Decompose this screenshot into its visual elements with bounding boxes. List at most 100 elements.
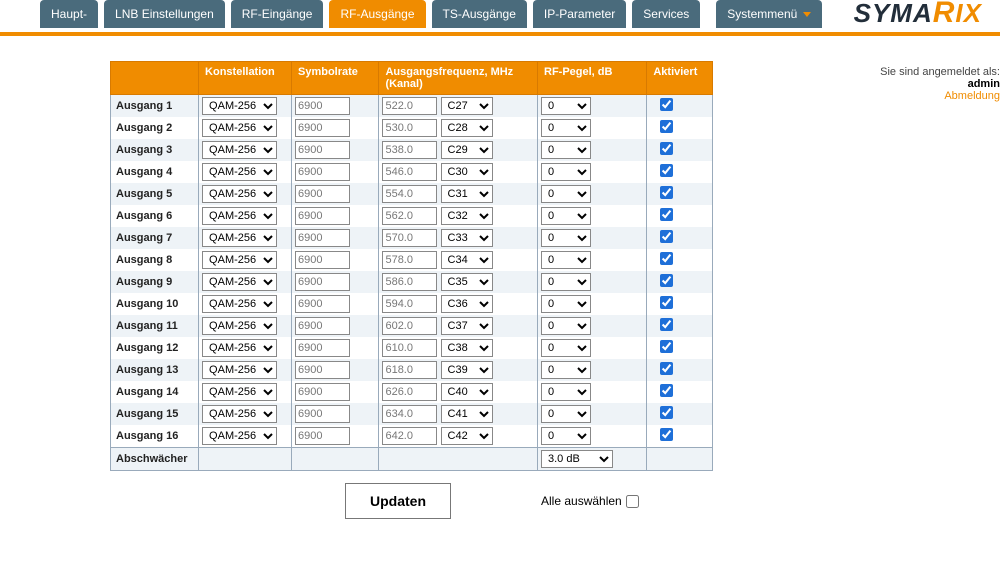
symbolrate-input[interactable] [295,361,350,379]
symbolrate-input[interactable] [295,295,350,313]
frequenz-input[interactable] [382,185,437,203]
symbolrate-input[interactable] [295,141,350,159]
rfpegel-select[interactable]: 0 [541,207,591,225]
aktiviert-checkbox[interactable] [660,384,673,397]
tab-ip[interactable]: IP-Parameter [533,0,626,28]
kanal-select[interactable]: C34 [441,251,493,269]
konstellation-select[interactable]: QAM-256 [202,163,277,181]
symbolrate-input[interactable] [295,427,350,445]
tab-ts-out[interactable]: TS-Ausgänge [432,0,527,28]
symbolrate-input[interactable] [295,251,350,269]
aktiviert-checkbox[interactable] [660,406,673,419]
konstellation-select[interactable]: QAM-256 [202,207,277,225]
update-button[interactable]: Updaten [345,483,451,519]
symbolrate-input[interactable] [295,185,350,203]
tab-systemmenu[interactable]: Systemmenü [716,0,822,28]
konstellation-select[interactable]: QAM-256 [202,383,277,401]
konstellation-select[interactable]: QAM-256 [202,361,277,379]
rfpegel-select[interactable]: 0 [541,427,591,445]
tab-rf-out[interactable]: RF-Ausgänge [329,0,425,28]
kanal-select[interactable]: C32 [441,207,493,225]
konstellation-select[interactable]: QAM-256 [202,141,277,159]
kanal-select[interactable]: C30 [441,163,493,181]
kanal-select[interactable]: C41 [441,405,493,423]
rfpegel-select[interactable]: 0 [541,97,591,115]
aktiviert-checkbox[interactable] [660,274,673,287]
kanal-select[interactable]: C28 [441,119,493,137]
frequenz-input[interactable] [382,229,437,247]
frequenz-input[interactable] [382,383,437,401]
aktiviert-checkbox[interactable] [660,164,673,177]
konstellation-select[interactable]: QAM-256 [202,251,277,269]
logout-link[interactable]: Abmeldung [848,90,1000,102]
symbolrate-input[interactable] [295,273,350,291]
rfpegel-select[interactable]: 0 [541,405,591,423]
select-all-checkbox[interactable] [626,495,639,508]
tab-haupt[interactable]: Haupt- [40,0,98,28]
frequenz-input[interactable] [382,141,437,159]
kanal-select[interactable]: C42 [441,427,493,445]
symbolrate-input[interactable] [295,97,350,115]
tab-lnb[interactable]: LNB Einstellungen [104,0,225,28]
kanal-select[interactable]: C33 [441,229,493,247]
konstellation-select[interactable]: QAM-256 [202,339,277,357]
select-all-label[interactable]: Alle auswählen [541,494,639,508]
kanal-select[interactable]: C29 [441,141,493,159]
symbolrate-input[interactable] [295,405,350,423]
kanal-select[interactable]: C37 [441,317,493,335]
symbolrate-input[interactable] [295,317,350,335]
symbolrate-input[interactable] [295,339,350,357]
rfpegel-select[interactable]: 0 [541,339,591,357]
konstellation-select[interactable]: QAM-256 [202,405,277,423]
kanal-select[interactable]: C31 [441,185,493,203]
frequenz-input[interactable] [382,273,437,291]
tab-services[interactable]: Services [632,0,700,28]
aktiviert-checkbox[interactable] [660,318,673,331]
frequenz-input[interactable] [382,295,437,313]
konstellation-select[interactable]: QAM-256 [202,295,277,313]
aktiviert-checkbox[interactable] [660,208,673,221]
rfpegel-select[interactable]: 0 [541,229,591,247]
frequenz-input[interactable] [382,427,437,445]
frequenz-input[interactable] [382,339,437,357]
frequenz-input[interactable] [382,251,437,269]
aktiviert-checkbox[interactable] [660,98,673,111]
aktiviert-checkbox[interactable] [660,340,673,353]
frequenz-input[interactable] [382,405,437,423]
rfpegel-select[interactable]: 0 [541,317,591,335]
konstellation-select[interactable]: QAM-256 [202,427,277,445]
rfpegel-select[interactable]: 0 [541,361,591,379]
rfpegel-select[interactable]: 0 [541,295,591,313]
kanal-select[interactable]: C27 [441,97,493,115]
rfpegel-select[interactable]: 0 [541,185,591,203]
frequenz-input[interactable] [382,163,437,181]
aktiviert-checkbox[interactable] [660,120,673,133]
rfpegel-select[interactable]: 0 [541,141,591,159]
aktiviert-checkbox[interactable] [660,428,673,441]
frequenz-input[interactable] [382,361,437,379]
kanal-select[interactable]: C39 [441,361,493,379]
kanal-select[interactable]: C36 [441,295,493,313]
aktiviert-checkbox[interactable] [660,186,673,199]
rfpegel-select[interactable]: 0 [541,251,591,269]
rfpegel-select[interactable]: 0 [541,119,591,137]
symbolrate-input[interactable] [295,383,350,401]
tab-rf-in[interactable]: RF-Eingänge [231,0,324,28]
aktiviert-checkbox[interactable] [660,142,673,155]
symbolrate-input[interactable] [295,229,350,247]
frequenz-input[interactable] [382,207,437,225]
kanal-select[interactable]: C38 [441,339,493,357]
rfpegel-select[interactable]: 0 [541,273,591,291]
konstellation-select[interactable]: QAM-256 [202,119,277,137]
kanal-select[interactable]: C35 [441,273,493,291]
konstellation-select[interactable]: QAM-256 [202,273,277,291]
konstellation-select[interactable]: QAM-256 [202,229,277,247]
rfpegel-select[interactable]: 0 [541,383,591,401]
frequenz-input[interactable] [382,119,437,137]
konstellation-select[interactable]: QAM-256 [202,97,277,115]
frequenz-input[interactable] [382,97,437,115]
konstellation-select[interactable]: QAM-256 [202,317,277,335]
symbolrate-input[interactable] [295,119,350,137]
frequenz-input[interactable] [382,317,437,335]
aktiviert-checkbox[interactable] [660,362,673,375]
